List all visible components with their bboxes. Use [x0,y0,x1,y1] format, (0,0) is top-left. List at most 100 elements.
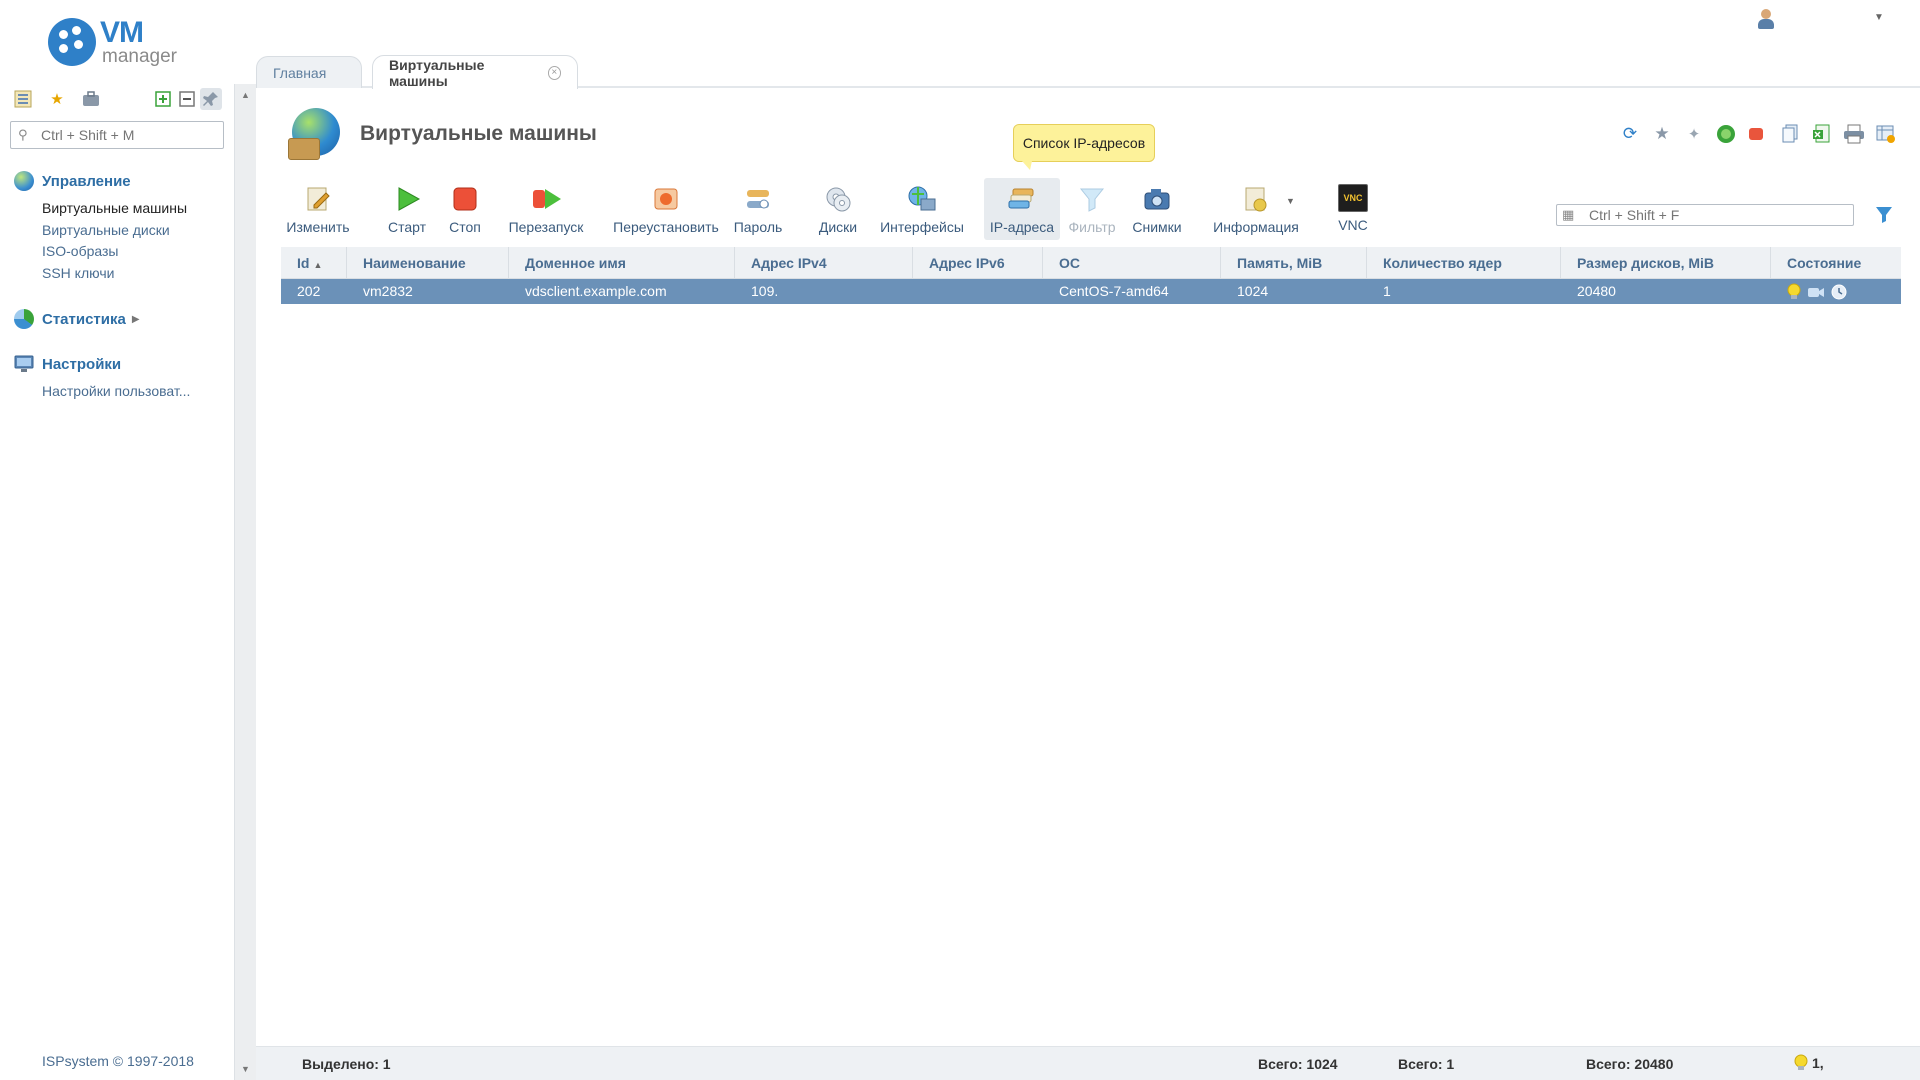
column-header-domain[interactable]: Доменное имя [509,247,735,279]
ip-addresses-button[interactable]: IP-адреса [984,178,1060,240]
search-icon: ⚲ [18,127,28,142]
table-row[interactable]: 202 vm2832 vdsclient.example.com 109. Ce… [281,279,1901,304]
cell-ipv6 [913,279,1043,304]
cell-id: 202 [297,283,321,299]
edit-button[interactable]: Изменить [280,178,356,240]
sidebar-scrollbar[interactable]: ▲ ▼ [234,84,256,1080]
scroll-up-icon[interactable]: ▲ [241,90,250,100]
password-icon [743,184,773,214]
menu-group-label: Настройки [42,355,122,373]
globe-status-icon[interactable] [1714,122,1738,146]
tab-bar: Главная Виртуальные машины × [256,54,1920,89]
table-settings-icon[interactable] [1874,122,1898,146]
play-icon [392,184,422,214]
menu-group-title[interactable]: Статистика ▶ [14,308,140,330]
print-icon[interactable] [1842,122,1866,146]
menu-group-title[interactable]: Настройки [14,353,190,375]
status-footer: Выделено: 1 Всего: 1024 Всего: 1 Всего: … [256,1046,1920,1080]
cell-domain: vdsclient.example.com [525,283,667,299]
lightbulb-on-icon [1794,1054,1808,1070]
export-excel-icon[interactable] [1810,122,1834,146]
scroll-down-icon[interactable]: ▼ [241,1064,250,1074]
disks-button[interactable]: Диски [812,178,864,240]
quick-filter-field[interactable]: ▦ [1556,204,1854,226]
lightbulb-on-icon [1787,283,1801,299]
favorites-star-icon[interactable]: ★ [46,88,68,110]
funnel-icon[interactable] [1874,204,1894,224]
info-button[interactable]: Информация [1204,178,1308,240]
reinstall-button[interactable]: Переустановить [610,178,722,240]
toolbar-label: VNC [1338,217,1368,233]
pin-icon[interactable]: ✦ [1682,122,1706,146]
column-header-name[interactable]: Наименование [347,247,509,279]
copy-icon[interactable] [1778,122,1802,146]
menu-group-title[interactable]: Управление [14,170,187,192]
restart-button[interactable]: Перезапуск [504,178,588,240]
toolbar-label: Снимки [1132,219,1182,235]
menu-search-input[interactable] [41,126,219,144]
toolbar-label: Переустановить [613,219,719,235]
sidebar-item-user-settings[interactable]: Настройки пользоват... [42,381,190,403]
favorite-star-icon[interactable]: ★ [1650,122,1674,146]
restart-icon [531,184,561,214]
ip-addresses-icon [1007,184,1037,214]
edit-icon [303,184,333,214]
column-header-ipv6[interactable]: Адрес IPv6 [913,247,1043,279]
sidebar-item-ssh-keys[interactable]: SSH ключи [42,263,187,285]
start-button[interactable]: Старт [380,178,434,240]
toolbar-label: Перезапуск [508,219,584,235]
sidebar-item-virtual-machines[interactable]: Виртуальные машины [42,198,187,220]
filter-button[interactable]: Фильтр [1064,178,1120,240]
menu-group-settings: Настройки Настройки пользоват... [14,353,190,403]
collapse-all-icon[interactable] [176,88,198,110]
vnc-camera-icon [1808,287,1824,297]
stop-button[interactable]: Стоп [442,178,488,240]
toolbar-label: Диски [818,219,858,235]
password-button[interactable]: Пароль [728,178,788,240]
close-tab-icon[interactable]: × [547,65,561,80]
tab-home[interactable]: Главная [256,56,362,88]
sidebar-item-iso-images[interactable]: ISO-образы [42,241,187,263]
chevron-down-icon[interactable]: ▼ [1874,12,1884,23]
expand-all-icon[interactable] [152,88,174,110]
snapshots-button[interactable]: Снимки [1124,178,1190,240]
filter-icon [1077,184,1107,214]
page-title: Виртуальные машины [360,122,597,145]
column-header-id[interactable]: Id ▲ [281,247,347,279]
column-header-ipv4[interactable]: Адрес IPv4 [735,247,913,279]
vnc-icon: VNC [1338,184,1368,212]
quick-filter-input[interactable] [1589,207,1849,223]
expand-caret-icon[interactable]: ▶ [132,314,140,325]
vmmanager-logo[interactable]: VM manager [48,16,198,72]
toolbar-label: Интерфейсы [880,219,964,235]
tab-virtual-machines[interactable]: Виртуальные машины × [372,55,578,89]
toolbar-label: Информация [1213,219,1299,235]
globe-icon [14,171,34,191]
menu-group-label: Управление [42,172,131,190]
menu-search-field[interactable]: ⚲ [10,121,224,149]
copyright[interactable]: ISPsystem © 1997-2018 [42,1053,194,1069]
info-dropdown-icon[interactable]: ▼ [1286,196,1295,206]
interfaces-button[interactable]: Интерфейсы [874,178,970,240]
sort-asc-icon: ▲ [313,260,323,270]
sidebar-item-virtual-disks[interactable]: Виртуальные диски [42,220,187,242]
tree-view-icon[interactable] [12,88,34,110]
total-cores: Всего: 1 [1398,1056,1455,1072]
tab-label: Главная [273,64,327,81]
cell-disk-size: 20480 [1577,283,1616,299]
column-header-state[interactable]: Состояние [1771,247,1901,279]
toolbar-label: IP-адреса [989,219,1055,235]
briefcase-icon[interactable] [80,88,102,110]
user-menu[interactable]: ▼ [1756,8,1886,32]
column-header-disk-size[interactable]: Размер дисков, MiB [1561,247,1771,279]
column-header-memory[interactable]: Память, MiB [1221,247,1367,279]
stop-red-icon[interactable] [1744,122,1768,146]
refresh-icon[interactable]: ⟳ [1618,122,1642,146]
stop-icon [450,184,480,214]
pin-icon[interactable] [200,88,222,110]
column-header-cores[interactable]: Количество ядер [1367,247,1561,279]
total-memory: Всего: 1024 [1258,1056,1338,1072]
toolbar-label: Стоп [449,219,481,235]
vnc-button[interactable]: VNC VNC [1322,178,1384,240]
column-header-os[interactable]: ОС [1043,247,1221,279]
